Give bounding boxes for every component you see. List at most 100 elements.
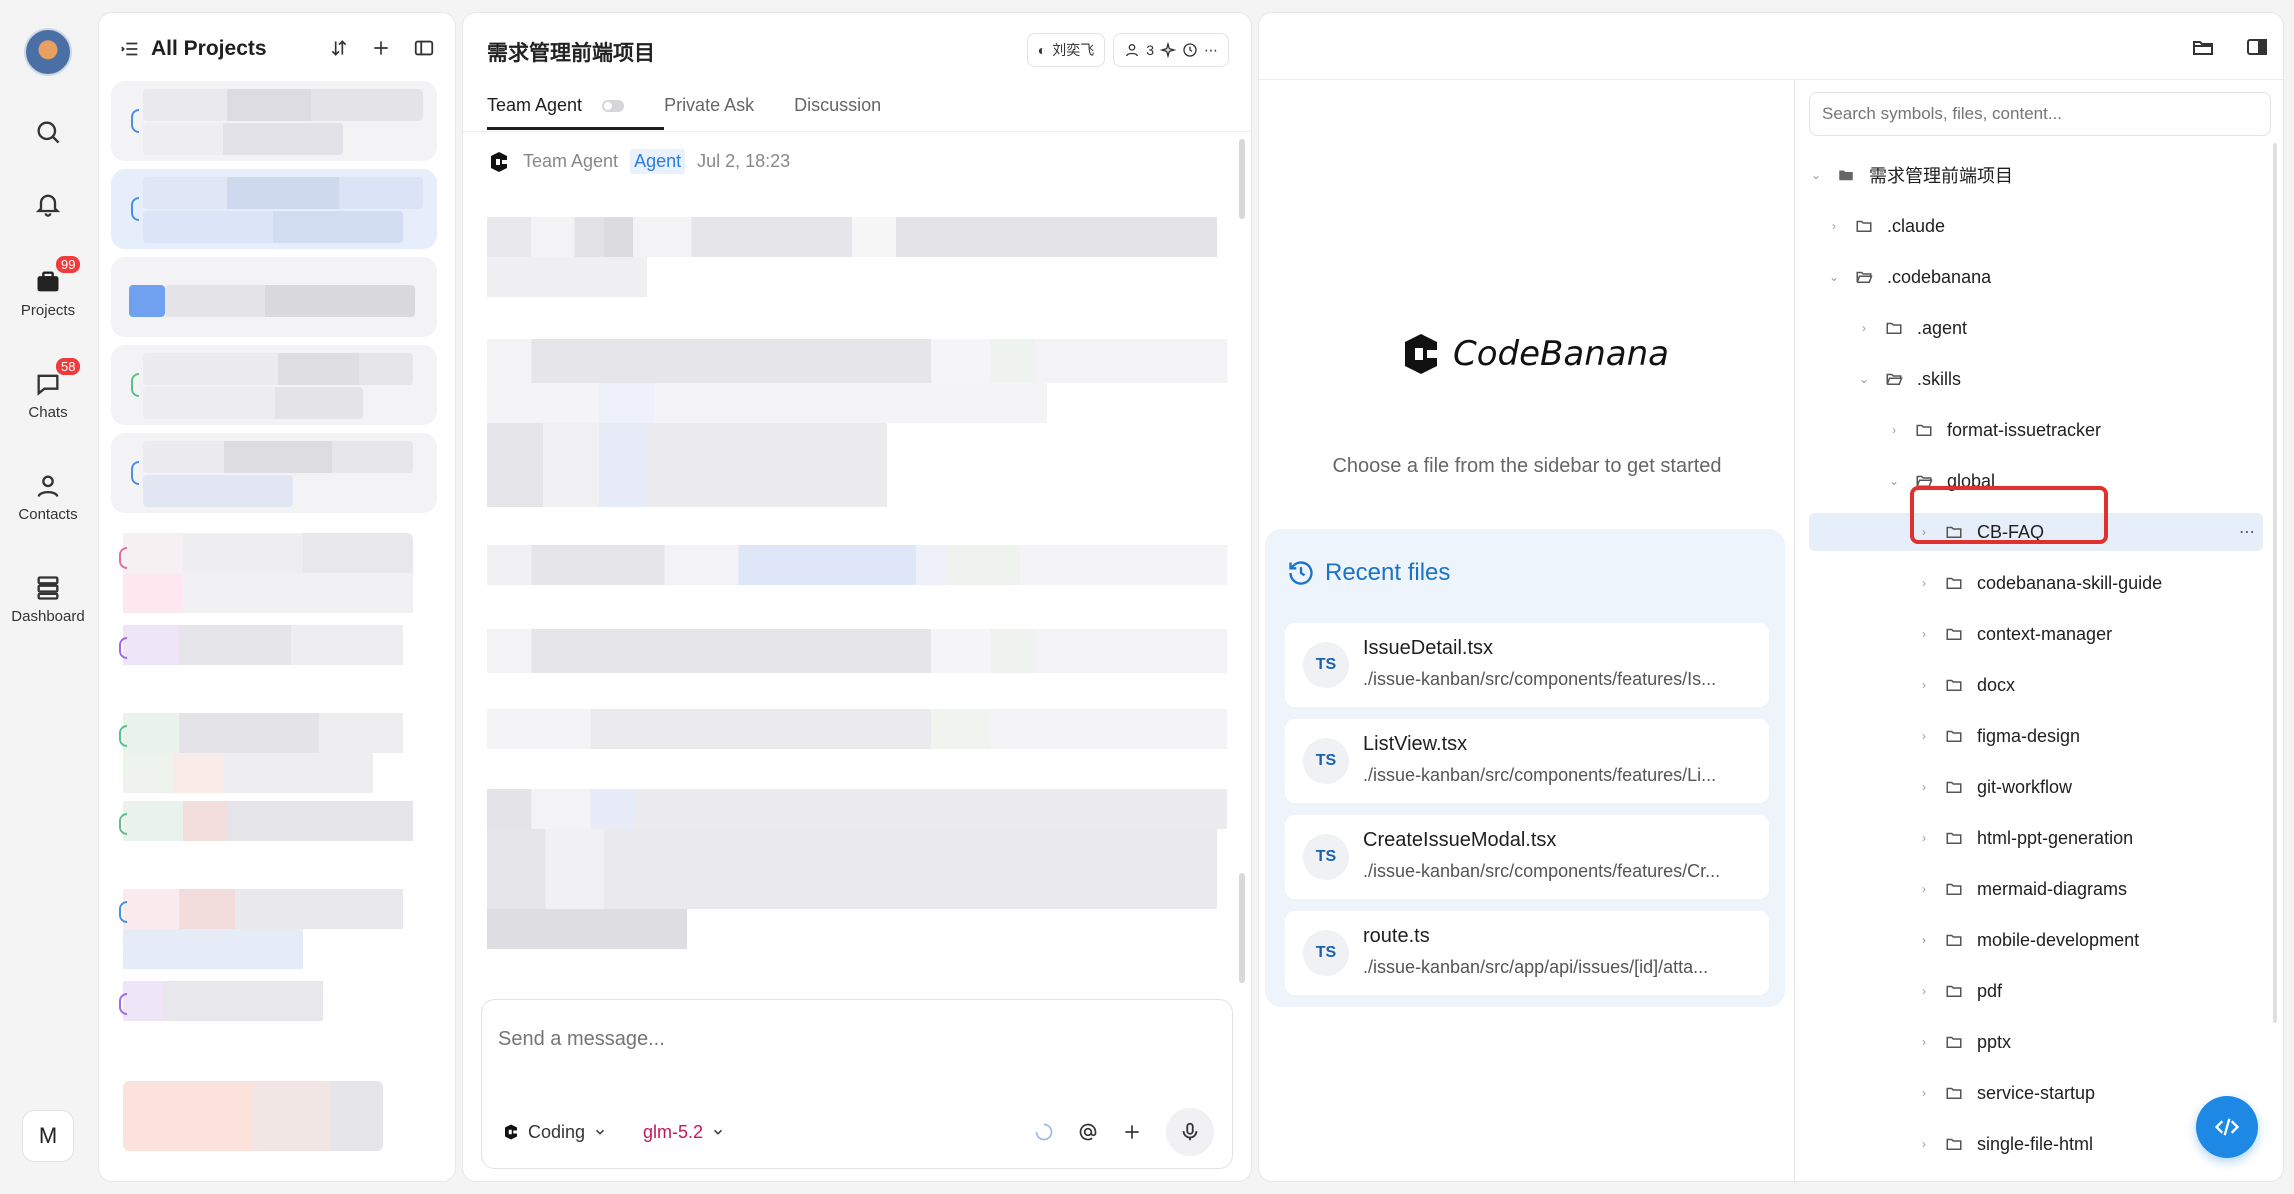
add-project-icon[interactable] [371,38,391,58]
file-path: ./issue-kanban/src/components/features/L… [1363,765,1717,785]
recent-file-item[interactable]: TS IssueDetail.tsx ./issue-kanban/src/co… [1285,623,1769,707]
logo-text: CodeBanana [1453,334,1669,374]
add-attachment-icon[interactable] [1122,1122,1142,1142]
search-input[interactable] [1809,92,2271,136]
chevron-right-icon[interactable]: › [1917,1137,1931,1151]
tree-item[interactable]: › git-workflow [1809,768,2263,806]
folder-icon [1945,982,1963,1000]
tree-scrollbar[interactable] [2273,143,2277,1023]
chevron-right-icon[interactable]: › [1917,627,1931,641]
tree-item[interactable]: › html-ppt-generation [1809,819,2263,857]
recent-file-item[interactable]: TS ListView.tsx ./issue-kanban/src/compo… [1285,719,1769,803]
chevron-right-icon[interactable]: › [1917,729,1931,743]
message-input[interactable] [498,1028,1198,1051]
tree-item[interactable]: › format-issuetracker [1809,411,2263,449]
avatar[interactable] [24,28,72,76]
project-item[interactable] [111,169,437,249]
notifications-button[interactable] [0,190,96,218]
sort-icon[interactable] [329,38,349,58]
recent-file-item[interactable]: TS CreateIssueModal.tsx ./issue-kanban/s… [1285,815,1769,899]
chevron-right-icon[interactable]: › [1917,678,1931,692]
more-icon[interactable]: ⋯ [2239,522,2255,542]
file-path: ./issue-kanban/src/app/api/issues/[id]/a… [1363,957,1709,977]
tree-item-label: pptx [1977,1031,2012,1052]
chevron-right-icon[interactable]: › [1917,1035,1931,1049]
project-item[interactable] [111,81,437,161]
tree-item[interactable]: › .agent [1809,309,2263,347]
user-menu-button[interactable]: M [22,1110,74,1162]
project-list-redacted [123,1081,383,1151]
tab-discussion[interactable]: Discussion [794,95,881,116]
project-item[interactable] [111,345,437,425]
sparkle-icon [1160,42,1176,58]
chevron-right-icon[interactable]: › [1917,882,1931,896]
chevron-right-icon[interactable]: › [1857,321,1871,335]
search-button[interactable] [0,118,96,146]
tree-item[interactable]: › pdf [1809,972,2263,1010]
chat-scrollbar-top[interactable] [1239,139,1245,219]
tree-item[interactable]: › service-startup [1809,1074,2263,1112]
member-button[interactable]: ◐ 刘奕飞 [1026,33,1106,67]
tree-item[interactable]: › context-manager [1809,615,2263,653]
chevron-right-icon[interactable]: › [1827,219,1841,233]
chevron-down-icon[interactable]: ⌄ [1827,270,1841,284]
folder-icon [1855,217,1873,235]
tree-item[interactable]: ⌄ .codebanana [1809,258,2263,296]
mode-selector[interactable]: Coding [502,1122,607,1143]
folder-icon [1837,166,1855,184]
tree-item[interactable]: › mermaid-diagrams [1809,870,2263,908]
tree-root[interactable]: ⌄ 需求管理前端项目 [1809,156,2263,194]
nav-projects[interactable]: 99 Projects [0,254,96,319]
chevron-right-icon[interactable]: › [1887,423,1901,437]
team-agent-toggle[interactable] [602,100,625,113]
nav-dashboard[interactable]: Dashboard [0,574,96,625]
voice-input-button[interactable] [1166,1108,1214,1156]
chevron-right-icon[interactable]: › [1917,831,1931,845]
tree-item[interactable]: ⌄ .skills [1809,360,2263,398]
toggle-panel-icon[interactable] [2245,35,2269,59]
nav-chats-label: Chats [28,404,68,421]
tab-private-ask[interactable]: Private Ask [664,95,754,116]
tree-item[interactable]: › docx [1809,666,2263,704]
code-icon [2214,1118,2240,1136]
chat-panel: 需求管理前端项目 ◐ 刘奕飞 3 ⋯ Team Agent Private As… [462,12,1253,1182]
message-meta: Team Agent Agent Jul 2, 18:23 [487,149,790,174]
project-item[interactable] [111,433,437,513]
chevron-down-icon[interactable]: ⌄ [1857,372,1871,386]
tree-item-label: .claude [1887,215,1946,236]
tree-item[interactable]: › codebanana-skill-guide [1809,564,2263,602]
tree-item[interactable]: › single-file-html [1809,1125,2263,1163]
file-name: IssueDetail.tsx [1363,637,1494,659]
chevron-right-icon[interactable]: › [1917,933,1931,947]
members-count-button[interactable]: 3 ⋯ [1113,33,1229,67]
project-item[interactable] [111,257,437,337]
folder-icon [1945,778,1963,796]
tree-item[interactable]: › pptx [1809,1023,2263,1061]
nav-chats[interactable]: 58 Chats [0,356,96,421]
nav-contacts[interactable]: Contacts [0,472,96,523]
chevron-right-icon[interactable]: › [1917,1086,1931,1100]
model-label: glm-5.2 [643,1121,704,1142]
chevron-down-icon[interactable]: ⌄ [1887,474,1901,488]
search-icon [37,121,60,144]
recent-file-item[interactable]: TS route.ts ./issue-kanban/src/app/api/i… [1285,911,1769,995]
tab-team-agent[interactable]: Team Agent [487,95,665,130]
chevron-right-icon[interactable]: › [1917,984,1931,998]
divider [463,131,1253,132]
tree-item[interactable]: › .claude [1809,207,2263,245]
tree-item[interactable]: › figma-design [1809,717,2263,755]
chevron-right-icon[interactable]: › [1917,576,1931,590]
file-name: CreateIssueModal.tsx [1363,829,1557,851]
nav-dashboard-label: Dashboard [11,608,85,625]
tree-item[interactable]: › mobile-development [1809,921,2263,959]
chat-scrollbar[interactable] [1239,873,1245,983]
model-selector[interactable]: glm-5.2 [643,1122,725,1143]
chevron-right-icon[interactable]: › [1917,780,1931,794]
mention-icon[interactable] [1078,1122,1098,1142]
folder-icon [1915,421,1933,439]
folder-open-icon[interactable] [2191,35,2215,59]
code-view-button[interactable] [2196,1096,2258,1158]
toggle-sidebar-icon[interactable] [413,37,435,59]
mode-label: Coding [528,1121,586,1142]
tree-root-label: 需求管理前端项目 [1869,166,2013,186]
